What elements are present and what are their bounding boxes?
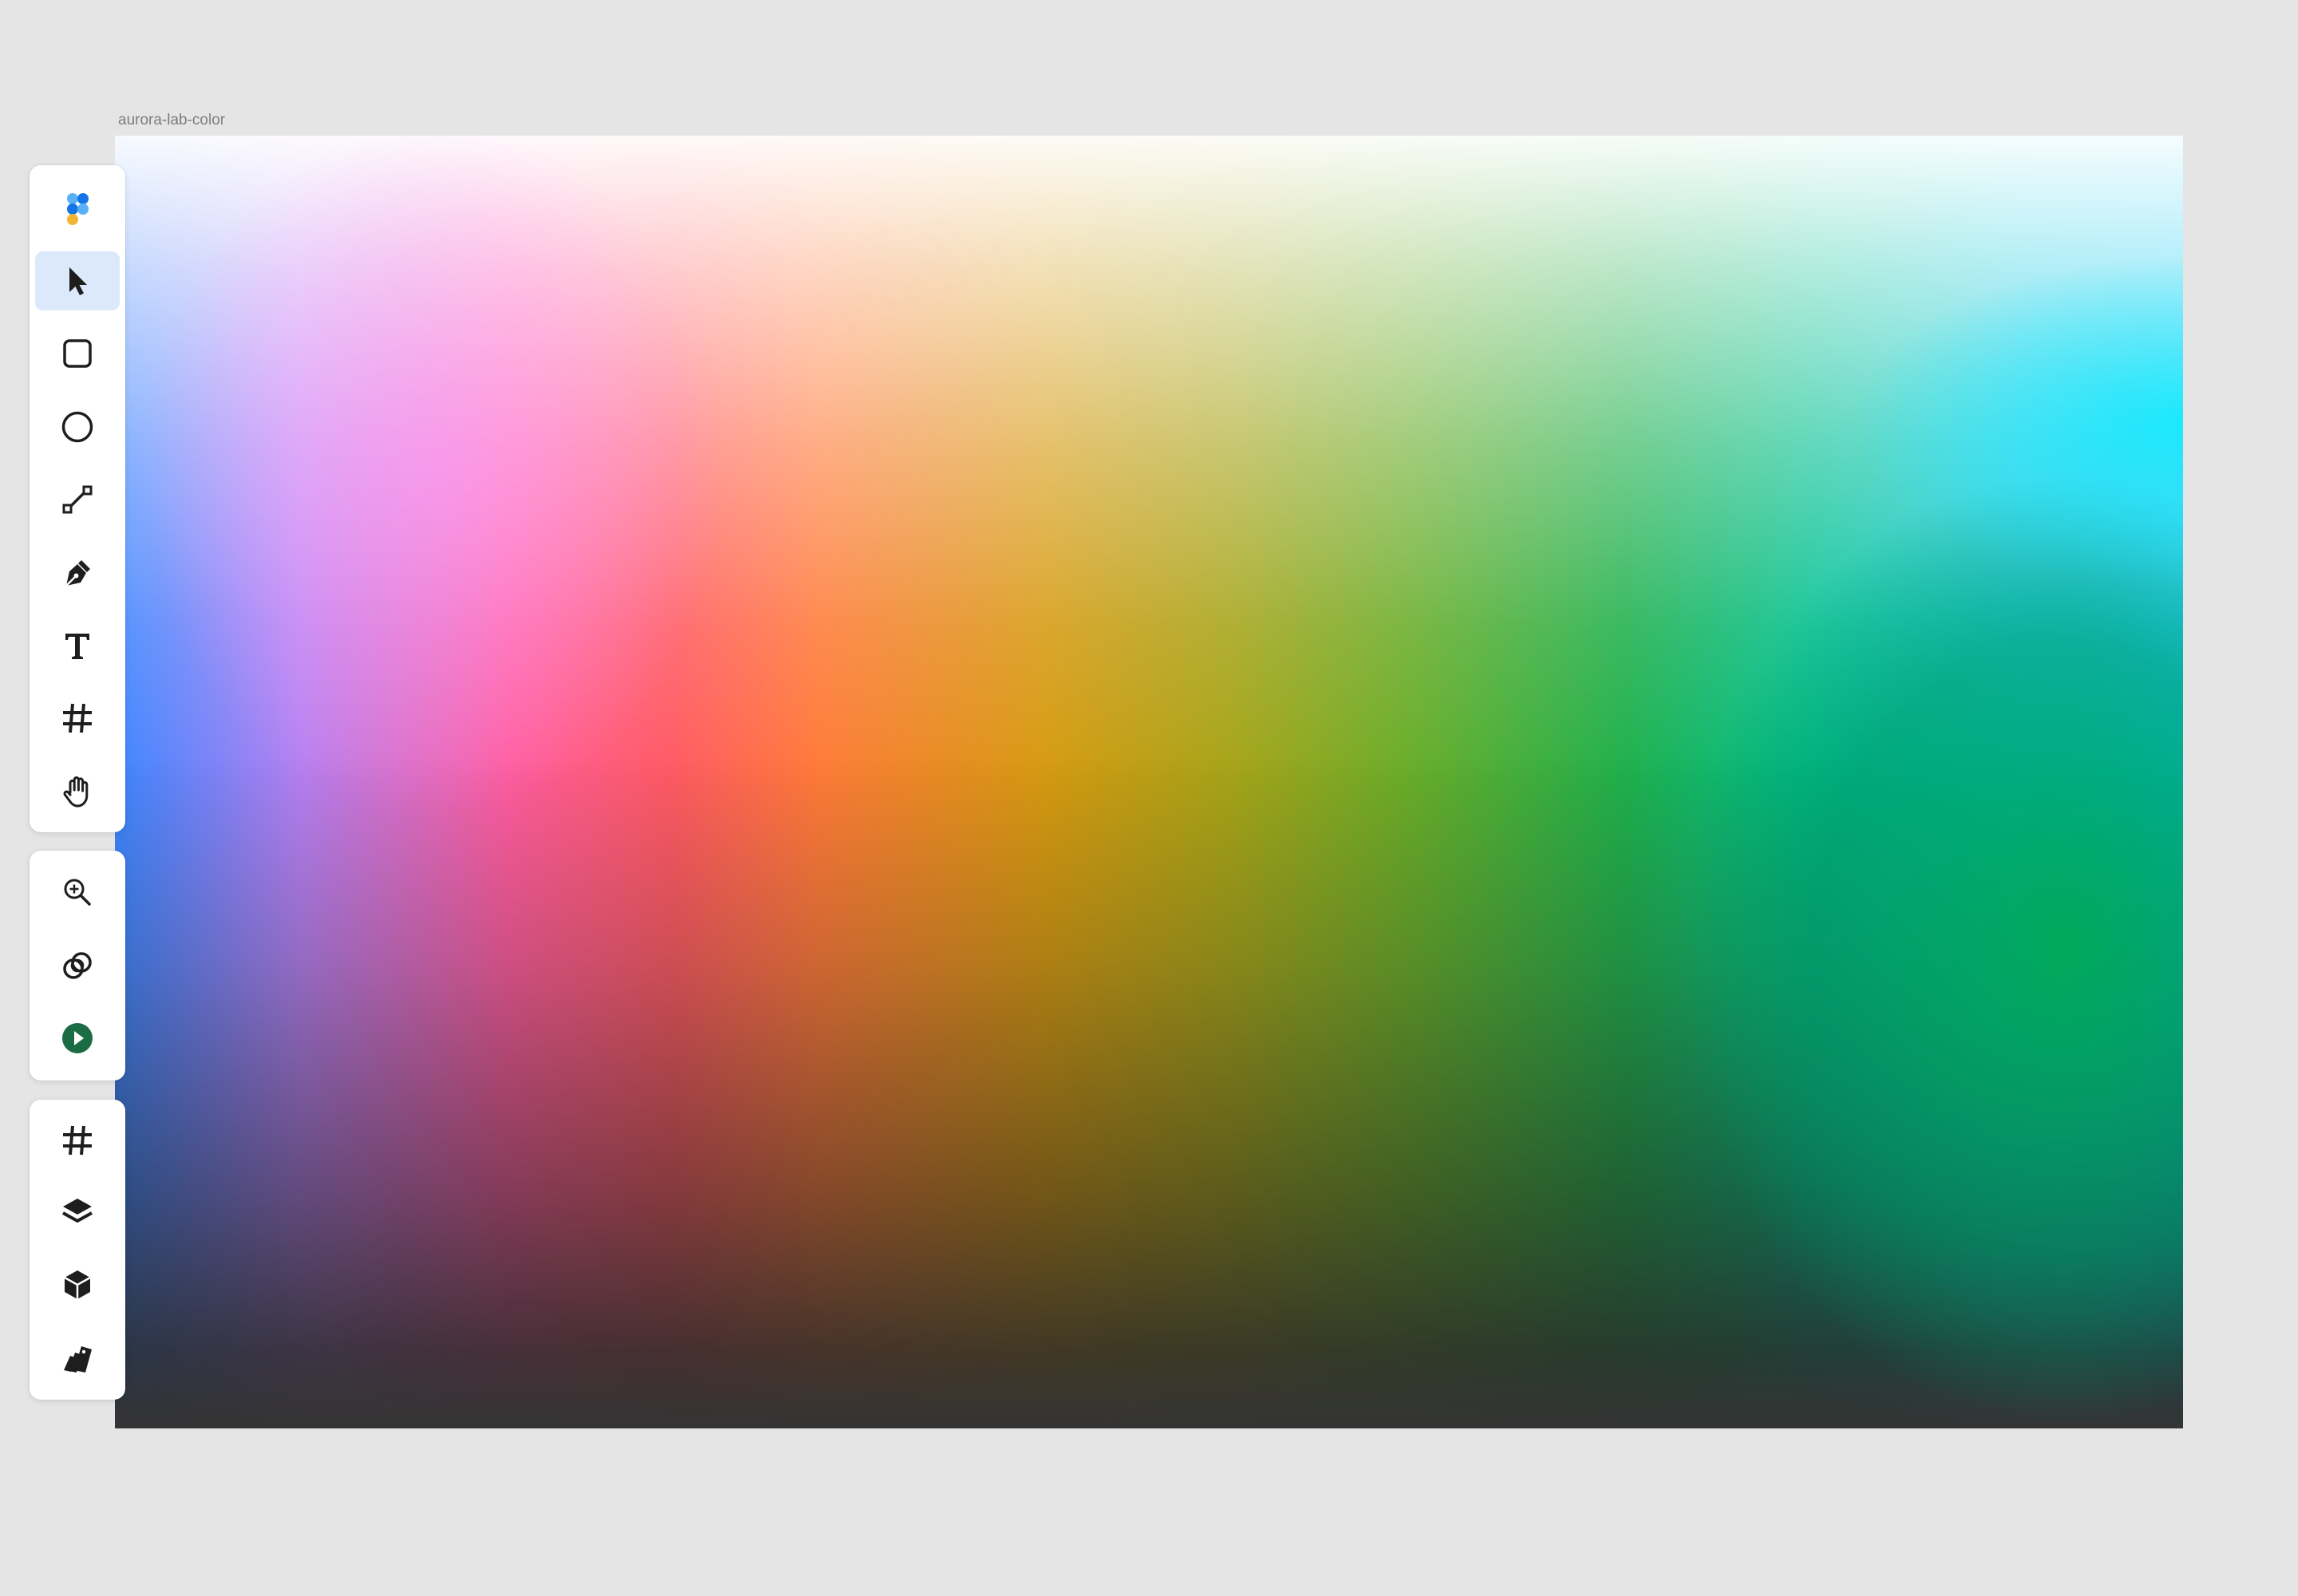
tool-line[interactable] [35,470,120,529]
overlap-circles-icon [63,952,92,979]
hash-icon [63,703,92,733]
panel-swatches[interactable] [35,1329,120,1388]
rectangle-icon [63,339,92,368]
tool-text[interactable] [35,616,120,675]
tool-present[interactable] [35,1009,120,1068]
panel-layers[interactable] [35,1183,120,1242]
hand-icon [63,776,89,808]
text-icon [65,634,89,659]
ellipse-icon [61,411,93,443]
panel-grid[interactable] [35,1111,120,1170]
panel-assets[interactable] [35,1255,120,1314]
play-icon [62,1023,93,1053]
toolbar-view-group [30,851,125,1080]
app-logo-icon [67,193,89,225]
frame-label[interactable]: aurora-lab-color [118,112,225,129]
cyan-highlight [115,136,2183,1428]
swatches-icon [64,1346,92,1373]
tool-pen[interactable] [35,543,120,602]
layers-icon [62,1199,93,1223]
app-logo[interactable] [35,178,120,237]
toolbar-panels-group [30,1100,125,1400]
tool-zoom[interactable] [35,863,120,922]
line-icon [62,485,93,514]
tool-move[interactable] [35,251,120,310]
pen-icon [65,560,90,587]
tool-boolean[interactable] [35,936,120,995]
zoom-in-icon [64,879,91,906]
tool-hand[interactable] [35,762,120,821]
cube-icon [64,1270,91,1299]
canvas-frame[interactable] [115,136,2183,1428]
toolbar-tools-group [30,165,125,832]
tool-rectangle[interactable] [35,324,120,383]
hash-icon [63,1125,92,1156]
tool-ellipse[interactable] [35,397,120,456]
cursor-arrow-icon [69,267,87,295]
tool-frame[interactable] [35,689,120,748]
